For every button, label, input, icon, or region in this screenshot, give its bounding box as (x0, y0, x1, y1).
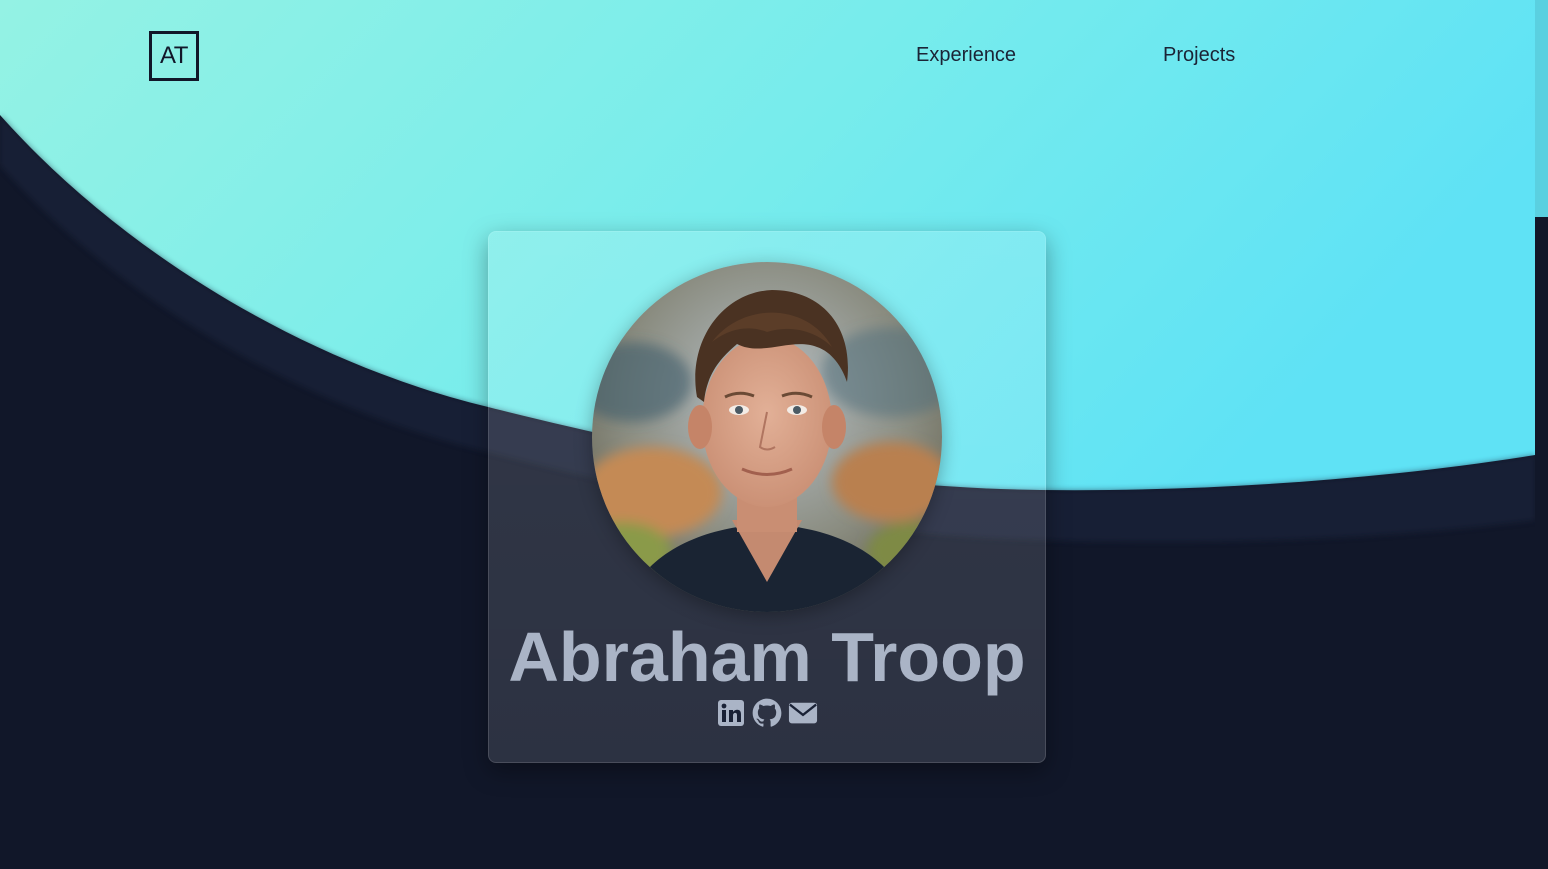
nav-link-experience[interactable]: Experience (916, 44, 1016, 67)
page: AT Experience Projects Abraham Troop (0, 0, 1548, 869)
github-icon (752, 698, 782, 727)
logo[interactable]: AT (149, 31, 199, 81)
scrollbar[interactable] (1535, 0, 1548, 869)
profile-photo-illustration (592, 262, 942, 612)
linkedin-icon (718, 700, 744, 726)
email-link[interactable] (788, 698, 818, 728)
profile-photo (592, 262, 942, 612)
profile-card: Abraham Troop (488, 231, 1046, 763)
email-icon (788, 702, 818, 724)
nav-link-projects[interactable]: Projects (1163, 44, 1235, 67)
github-link[interactable] (752, 698, 782, 728)
scrollbar-thumb[interactable] (1535, 0, 1548, 217)
profile-name: Abraham Troop (508, 618, 1026, 696)
logo-text: AT (160, 42, 188, 69)
social-links (489, 698, 1045, 728)
linkedin-link[interactable] (716, 698, 746, 728)
